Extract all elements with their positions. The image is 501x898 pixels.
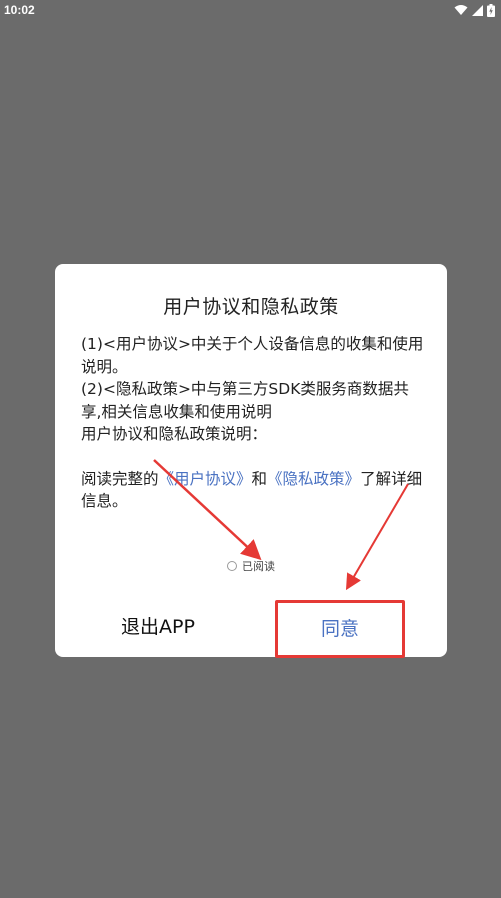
agree-button[interactable]: 同意 (275, 601, 405, 657)
read-full-notice: 阅读完整的《用户协议》和《隐私政策》了解详细信息。 (81, 468, 426, 513)
dialog-body: (1)<用户协议>中关于个人设备信息的收集和使用说明。 (2)<隐私政策>中与第… (81, 333, 426, 513)
read-radio-label: 已阅读 (242, 560, 275, 573)
privacy-dialog: 用户协议和隐私政策 (1)<用户协议>中关于个人设备信息的收集和使用说明。 (2… (55, 264, 447, 657)
read-confirm-row[interactable]: 已阅读 (55, 558, 447, 574)
cellular-signal-icon (472, 4, 483, 16)
user-agreement-summary: (1)<用户协议>中关于个人设备信息的收集和使用说明。 (81, 335, 424, 376)
privacy-policy-summary: (2)<隐私政策>中与第三方SDK类服务商数据共享,相关信息收集和使用说明 (81, 380, 409, 421)
privacy-policy-link[interactable]: 《隐私政策》 (267, 470, 360, 488)
status-time: 10:02 (4, 3, 35, 17)
read-notice-and: 和 (251, 469, 268, 488)
user-agreement-link[interactable]: 《用户协议》 (159, 470, 252, 488)
exit-app-button[interactable]: 退出APP (83, 602, 233, 652)
read-radio-button[interactable] (227, 561, 237, 571)
status-bar: 10:02 (0, 0, 501, 22)
read-notice-prefix: 阅读完整的 (81, 469, 159, 488)
battery-charging-icon (487, 3, 495, 17)
wifi-icon (454, 5, 468, 15)
dialog-title: 用户协议和隐私政策 (163, 296, 339, 318)
status-icons (454, 3, 495, 17)
policy-explanation-heading: 用户协议和隐私政策说明： (81, 425, 268, 443)
